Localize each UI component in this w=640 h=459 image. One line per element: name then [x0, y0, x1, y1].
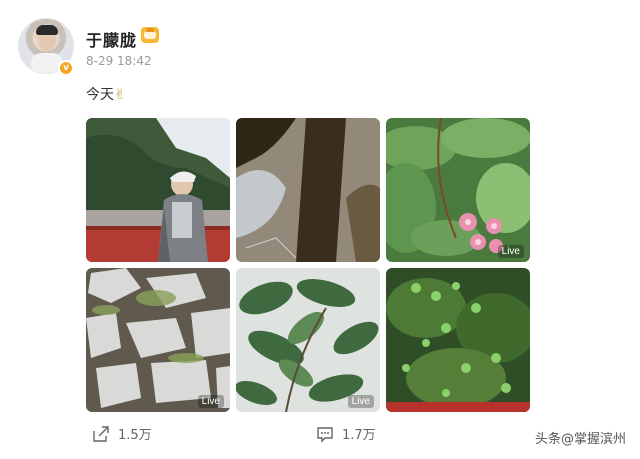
media-item-6[interactable]: [386, 268, 530, 412]
comment-button[interactable]: 1.7万: [316, 424, 376, 443]
media-item-3[interactable]: Live: [386, 118, 530, 262]
victory-hand-icon: ✌: [114, 87, 126, 103]
share-count: 1.5万: [118, 428, 152, 443]
avatar-hair: [36, 25, 58, 35]
photo-stone-wall: [86, 268, 230, 412]
post-text-content: 今天: [86, 87, 114, 103]
media-item-2[interactable]: [236, 118, 380, 262]
comment-count: 1.7万: [342, 428, 376, 443]
post-time[interactable]: 8-29 18:42: [86, 54, 152, 68]
comment-icon: [317, 426, 333, 443]
media-item-1[interactable]: [86, 118, 230, 262]
photo-moss-ivy: [386, 268, 530, 412]
fan-badge-icon[interactable]: [141, 27, 159, 43]
share-button[interactable]: 1.5万: [92, 424, 152, 443]
media-item-5[interactable]: Live: [236, 268, 380, 412]
photo-water-reflection: [236, 118, 380, 262]
photo-leaves: [236, 268, 380, 412]
author-name[interactable]: 于朦胧: [86, 27, 137, 51]
share-icon: [93, 425, 109, 442]
watermark-text: 头条@掌握滨州: [534, 432, 626, 447]
photo-man-wall: [86, 118, 230, 262]
post-text: 今天✌: [86, 84, 126, 104]
verified-icon: v: [58, 60, 74, 76]
media-item-4[interactable]: Live: [86, 268, 230, 412]
live-label: Live: [497, 245, 524, 258]
photo-pink-flowers: [386, 118, 530, 262]
live-label: Live: [347, 395, 374, 408]
media-grid: Live Live Live: [86, 118, 532, 412]
live-label: Live: [197, 395, 224, 408]
